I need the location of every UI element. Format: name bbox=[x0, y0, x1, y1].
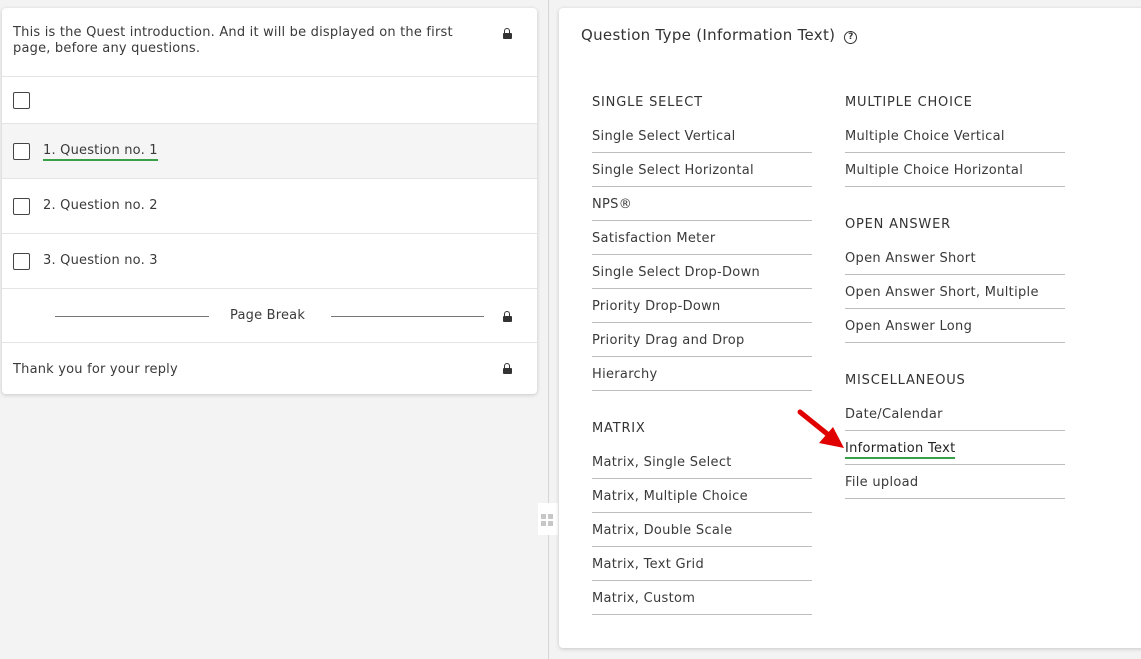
question-label[interactable]: 3. Question no. 3 bbox=[43, 253, 158, 268]
type-item-single-select-horizontal[interactable]: Single Select Horizontal bbox=[592, 153, 812, 187]
question-row[interactable]: 3. Question no. 3 bbox=[2, 234, 537, 289]
quest-thanks-text: Thank you for your reply bbox=[13, 362, 178, 377]
type-item-satisfaction-meter[interactable]: Satisfaction Meter bbox=[592, 221, 812, 255]
type-item-date-calendar[interactable]: Date/Calendar bbox=[845, 397, 1065, 431]
question-label[interactable]: 1. Question no. 1 bbox=[43, 143, 158, 161]
type-item-matrix-multiple-choice[interactable]: Matrix, Multiple Choice bbox=[592, 479, 812, 513]
page-break-label: Page Break bbox=[230, 308, 306, 323]
question-type-panel: Question Type (Information Text) ? SINGL… bbox=[559, 8, 1141, 648]
type-item-open-answer-short[interactable]: Open Answer Short bbox=[845, 241, 1065, 275]
type-item-multiple-choice-horizontal[interactable]: Multiple Choice Horizontal bbox=[845, 153, 1065, 187]
page-break-line-left bbox=[55, 316, 209, 317]
section-heading-miscellaneous: MISCELLANEOUS bbox=[845, 373, 966, 388]
grip-icon[interactable] bbox=[538, 503, 558, 535]
type-item-single-select-drop-down[interactable]: Single Select Drop-Down bbox=[592, 255, 812, 289]
help-icon[interactable]: ? bbox=[844, 31, 858, 44]
type-item-open-answer-short-multiple[interactable]: Open Answer Short, Multiple bbox=[845, 275, 1065, 309]
type-item-hierarchy[interactable]: Hierarchy bbox=[592, 357, 812, 391]
type-item-multiple-choice-vertical[interactable]: Multiple Choice Vertical bbox=[845, 119, 1065, 153]
quest-intro-text: This is the Quest introduction. And it w… bbox=[13, 25, 453, 56]
section-heading-matrix: MATRIX bbox=[592, 421, 646, 436]
type-item-matrix-text-grid[interactable]: Matrix, Text Grid bbox=[592, 547, 812, 581]
type-item-matrix-custom[interactable]: Matrix, Custom bbox=[592, 581, 812, 615]
question-checkbox[interactable] bbox=[13, 143, 30, 160]
type-item-matrix-single-select[interactable]: Matrix, Single Select bbox=[592, 445, 812, 479]
section-heading-open-answer: OPEN ANSWER bbox=[845, 217, 951, 232]
select-all-row bbox=[2, 77, 537, 124]
panel-splitter[interactable] bbox=[548, 0, 549, 659]
type-item-information-text[interactable]: Information Text bbox=[845, 431, 1065, 465]
page-break-line-right bbox=[331, 316, 484, 317]
question-row[interactable]: 1. Question no. 1 bbox=[2, 124, 537, 179]
panel-title: Question Type (Information Text) ? bbox=[581, 26, 858, 44]
quest-outline-panel: This is the Quest introduction. And it w… bbox=[2, 8, 537, 394]
type-item-priority-drop-down[interactable]: Priority Drop-Down bbox=[592, 289, 812, 323]
lock-icon bbox=[503, 363, 512, 374]
question-checkbox[interactable] bbox=[13, 198, 30, 215]
type-item-matrix-double-scale[interactable]: Matrix, Double Scale bbox=[592, 513, 812, 547]
red-arrow-icon bbox=[797, 409, 844, 448]
question-label[interactable]: 2. Question no. 2 bbox=[43, 198, 158, 213]
select-all-checkbox[interactable] bbox=[13, 92, 30, 109]
type-item-priority-drag-and-drop[interactable]: Priority Drag and Drop bbox=[592, 323, 812, 357]
section-heading-single-select: SINGLE SELECT bbox=[592, 95, 703, 110]
lock-icon bbox=[503, 28, 512, 39]
quest-thanks-row[interactable]: Thank you for your reply bbox=[2, 343, 537, 394]
page-break-row: Page Break bbox=[2, 289, 537, 343]
question-row[interactable]: 2. Question no. 2 bbox=[2, 179, 537, 234]
type-item-nps[interactable]: NPS® bbox=[592, 187, 812, 221]
panel-title-text: Question Type (Information Text) bbox=[581, 26, 836, 44]
question-checkbox[interactable] bbox=[13, 253, 30, 270]
type-item-open-answer-long[interactable]: Open Answer Long bbox=[845, 309, 1065, 343]
type-item-single-select-vertical[interactable]: Single Select Vertical bbox=[592, 119, 812, 153]
section-heading-multiple-choice: MULTIPLE CHOICE bbox=[845, 95, 973, 110]
lock-icon bbox=[503, 311, 512, 322]
type-item-file-upload[interactable]: File upload bbox=[845, 465, 1065, 499]
quest-intro-row[interactable]: This is the Quest introduction. And it w… bbox=[2, 8, 537, 77]
